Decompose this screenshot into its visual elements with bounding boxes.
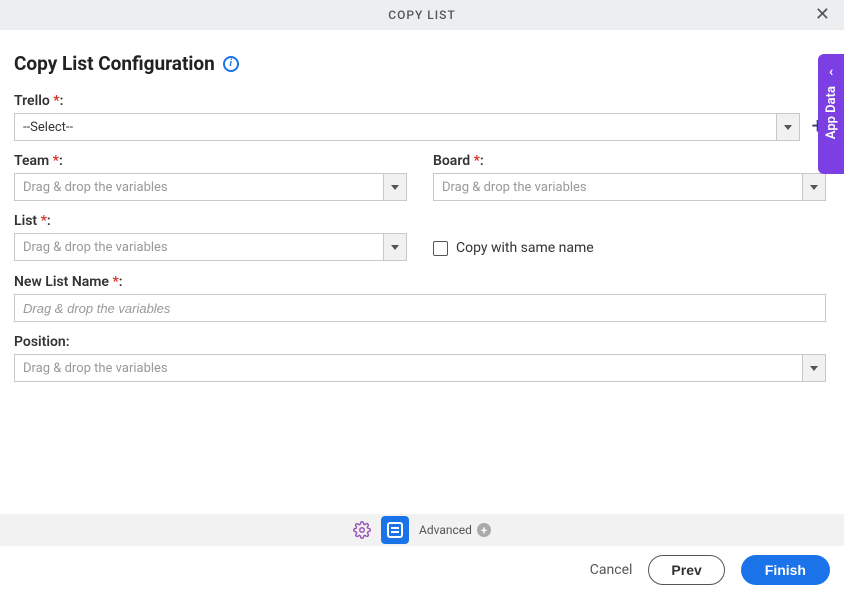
chevron-down-icon[interactable] <box>802 354 826 382</box>
copy-same-name-checkbox[interactable] <box>433 241 448 256</box>
app-data-label: App Data <box>824 86 839 139</box>
copy-same-name-row: Copy with same name <box>433 234 826 262</box>
row-trello: Trello *: --Select-- + <box>14 93 826 141</box>
form-view-icon <box>387 522 403 538</box>
page-title-row: Copy List Configuration i <box>14 52 826 75</box>
chevron-down-icon[interactable] <box>383 173 407 201</box>
label-board: Board *: <box>433 153 826 169</box>
chevron-down-icon[interactable] <box>776 113 800 141</box>
board-select[interactable]: Drag & drop the variables <box>433 173 826 201</box>
row-new-list-name: New List Name *: <box>14 274 826 322</box>
label-trello: Trello *: <box>14 93 826 109</box>
board-placeholder: Drag & drop the variables <box>433 173 802 201</box>
prev-button[interactable]: Prev <box>648 555 724 585</box>
close-icon[interactable]: ✕ <box>815 6 830 24</box>
chevron-left-icon: ‹ <box>829 64 833 80</box>
bottom-toolbar: Advanced + <box>0 514 844 546</box>
copy-same-name-label: Copy with same name <box>456 240 594 256</box>
finish-button[interactable]: Finish <box>741 555 830 585</box>
label-team: Team *: <box>14 153 407 169</box>
label-list: List *: <box>14 213 407 229</box>
trello-select[interactable]: --Select-- <box>14 113 800 141</box>
dialog-header: COPY LIST ✕ <box>0 0 844 30</box>
plus-circle-icon: + <box>477 523 491 537</box>
page-title: Copy List Configuration <box>14 52 215 75</box>
team-placeholder: Drag & drop the variables <box>14 173 383 201</box>
app-data-side-tab[interactable]: ‹ App Data <box>818 54 844 174</box>
trello-select-value: --Select-- <box>14 113 776 141</box>
label-new-list-name: New List Name *: <box>14 274 826 290</box>
row-position: Position: Drag & drop the variables <box>14 334 826 382</box>
dialog-title: COPY LIST <box>388 8 456 22</box>
list-select[interactable]: Drag & drop the variables <box>14 233 407 261</box>
gear-icon[interactable] <box>353 521 371 539</box>
team-select[interactable]: Drag & drop the variables <box>14 173 407 201</box>
advanced-toggle[interactable]: Advanced + <box>419 523 491 537</box>
position-placeholder: Drag & drop the variables <box>14 354 802 382</box>
label-position: Position: <box>14 334 826 350</box>
chevron-down-icon[interactable] <box>802 173 826 201</box>
form-content: Copy List Configuration i Trello *: --Se… <box>0 30 844 404</box>
list-placeholder: Drag & drop the variables <box>14 233 383 261</box>
new-list-name-input[interactable] <box>14 294 826 322</box>
chevron-down-icon[interactable] <box>383 233 407 261</box>
cancel-button[interactable]: Cancel <box>590 562 633 578</box>
info-icon[interactable]: i <box>223 56 239 72</box>
form-view-button[interactable] <box>381 516 409 544</box>
position-select[interactable]: Drag & drop the variables <box>14 354 826 382</box>
row-team-board: Team *: Drag & drop the variables Board … <box>14 153 826 201</box>
footer-actions: Cancel Prev Finish <box>0 546 844 594</box>
row-list-copy: List *: Drag & drop the variables Copy w… <box>14 213 826 262</box>
